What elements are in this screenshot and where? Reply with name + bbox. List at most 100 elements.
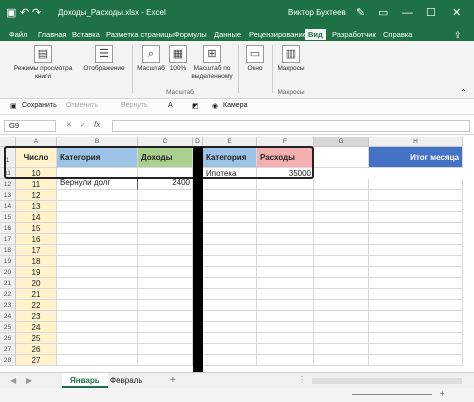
- show-button[interactable]: ☰ Отображение: [80, 45, 128, 73]
- row-header-17[interactable]: 17: [0, 234, 16, 245]
- cell-h22[interactable]: [369, 289, 463, 300]
- cell-e16[interactable]: [203, 223, 257, 234]
- cell-a23[interactable]: 22: [16, 300, 57, 311]
- cell-f19[interactable]: [257, 256, 314, 267]
- cell-c23[interactable]: [138, 300, 193, 311]
- cell-h26[interactable]: [369, 333, 463, 344]
- cell-a21[interactable]: 20: [16, 278, 57, 289]
- cell-g20[interactable]: [314, 267, 369, 278]
- font-color-icon[interactable]: A: [168, 102, 173, 109]
- cell-h17[interactable]: [369, 234, 463, 245]
- redo-icon[interactable]: ↷: [32, 5, 41, 21]
- cell-h15[interactable]: [369, 212, 463, 223]
- workbook-views-button[interactable]: ▤ Режимы просмотра книги: [12, 45, 74, 81]
- row-header-24[interactable]: 24: [0, 311, 16, 322]
- cell-c13[interactable]: [138, 190, 193, 201]
- horizontal-scrollbar[interactable]: [312, 378, 462, 384]
- tab-file[interactable]: Файл: [9, 30, 27, 39]
- cell-g16[interactable]: [314, 223, 369, 234]
- cell-g12[interactable]: [314, 179, 369, 190]
- row-header-25[interactable]: 25: [0, 322, 16, 333]
- cell-h28[interactable]: [369, 355, 463, 366]
- cell-a12[interactable]: 11: [16, 179, 57, 190]
- tab-help[interactable]: Справка: [383, 30, 412, 39]
- cell-e21[interactable]: [203, 278, 257, 289]
- cell-c12[interactable]: 2400: [138, 179, 193, 190]
- cell-a25[interactable]: 24: [16, 322, 57, 333]
- cell-b24[interactable]: [57, 311, 138, 322]
- next-sheet-icon[interactable]: ▶: [26, 376, 32, 385]
- cell-e27[interactable]: [203, 344, 257, 355]
- row-header-13[interactable]: 13: [0, 190, 16, 201]
- minimize-icon[interactable]: —: [402, 5, 413, 21]
- cell-e23[interactable]: [203, 300, 257, 311]
- cell-e18[interactable]: [203, 245, 257, 256]
- cell-c24[interactable]: [138, 311, 193, 322]
- user-name[interactable]: Виктор Бухтеев: [288, 8, 346, 17]
- cell-h12[interactable]: [369, 179, 463, 190]
- cell-f12[interactable]: [257, 179, 314, 190]
- save-icon[interactable]: ▣: [6, 5, 16, 21]
- cell-a17[interactable]: 16: [16, 234, 57, 245]
- tab-home[interactable]: Главная: [38, 30, 67, 39]
- cell-b23[interactable]: [57, 300, 138, 311]
- cell-b20[interactable]: [57, 267, 138, 278]
- cell-e24[interactable]: [203, 311, 257, 322]
- cell-f18[interactable]: [257, 245, 314, 256]
- cell-c15[interactable]: [138, 212, 193, 223]
- cell-c14[interactable]: [138, 201, 193, 212]
- cell-h27[interactable]: [369, 344, 463, 355]
- cell-c17[interactable]: [138, 234, 193, 245]
- cell-b13[interactable]: [57, 190, 138, 201]
- cell-h16[interactable]: [369, 223, 463, 234]
- cell-b15[interactable]: [57, 212, 138, 223]
- row-header-21[interactable]: 21: [0, 278, 16, 289]
- sheet-tab-february[interactable]: Февраль: [110, 376, 143, 385]
- cell-e20[interactable]: [203, 267, 257, 278]
- tab-formulas[interactable]: Формулы: [174, 30, 207, 39]
- cell-a28[interactable]: 27: [16, 355, 57, 366]
- cell-e26[interactable]: [203, 333, 257, 344]
- cell-g14[interactable]: [314, 201, 369, 212]
- cell-a19[interactable]: 18: [16, 256, 57, 267]
- cell-c20[interactable]: [138, 267, 193, 278]
- cell-f20[interactable]: [257, 267, 314, 278]
- undo-quick-label[interactable]: Отменить: [66, 102, 98, 109]
- tab-developer[interactable]: Разработчик: [332, 30, 376, 39]
- cell-a15[interactable]: 14: [16, 212, 57, 223]
- zoom-button[interactable]: ⌕ Масштаб: [136, 45, 166, 73]
- cell-h23[interactable]: [369, 300, 463, 311]
- col-header-g[interactable]: G: [314, 137, 369, 147]
- zoom-slider[interactable]: [352, 394, 432, 395]
- zoom-100-button[interactable]: ▦ 100%: [167, 45, 189, 73]
- cell-g27[interactable]: [314, 344, 369, 355]
- tab-data[interactable]: Данные: [214, 30, 241, 39]
- zoom-slider-plus-icon[interactable]: +: [440, 389, 445, 398]
- close-icon[interactable]: ✕: [452, 5, 461, 21]
- cell-c21[interactable]: [138, 278, 193, 289]
- zoom-selection-button[interactable]: ⊞ Масштаб по выделенному: [190, 45, 234, 81]
- save-quick-icon[interactable]: ▣: [10, 102, 17, 110]
- row-header-20[interactable]: 20: [0, 267, 16, 278]
- cell-g1[interactable]: [314, 147, 369, 168]
- cell-b14[interactable]: [57, 201, 138, 212]
- row-header-14[interactable]: 14: [0, 201, 16, 212]
- cell-b28[interactable]: [57, 355, 138, 366]
- cell-c25[interactable]: [138, 322, 193, 333]
- cell-b17[interactable]: [57, 234, 138, 245]
- collapse-ribbon-icon[interactable]: ⌃: [460, 88, 467, 97]
- cell-e19[interactable]: [203, 256, 257, 267]
- cell-f27[interactable]: [257, 344, 314, 355]
- maximize-icon[interactable]: ☐: [426, 5, 436, 21]
- cell-a27[interactable]: 26: [16, 344, 57, 355]
- cell-g24[interactable]: [314, 311, 369, 322]
- pen-icon[interactable]: ✎: [356, 5, 365, 21]
- cell-c27[interactable]: [138, 344, 193, 355]
- window-button[interactable]: ▭ Окно: [242, 45, 268, 73]
- cell-b25[interactable]: [57, 322, 138, 333]
- cell-g22[interactable]: [314, 289, 369, 300]
- cell-b12[interactable]: Вернули долг: [57, 179, 138, 190]
- tab-review[interactable]: Рецензирование: [249, 30, 307, 39]
- ribbon-options-icon[interactable]: ▭: [378, 5, 388, 21]
- cell-a14[interactable]: 13: [16, 201, 57, 212]
